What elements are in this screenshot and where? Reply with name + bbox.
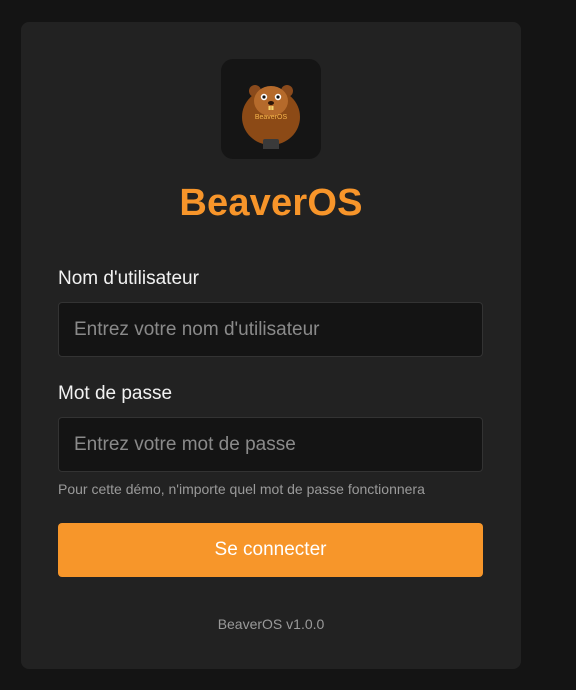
beaver-icon: BeaverOS [242,85,300,149]
app-logo: BeaverOS [221,59,321,159]
logo-text: BeaverOS [255,114,288,121]
login-button[interactable]: Se connecter [58,523,483,577]
username-label: Nom d'utilisateur [58,268,199,289]
password-input[interactable] [58,417,483,472]
version-text: BeaverOS v1.0.0 [217,616,325,632]
username-input[interactable] [58,302,483,357]
password-hint: Pour cette démo, n'importe quel mot de p… [58,481,425,497]
app-title: BeaverOS [179,182,363,224]
login-card: BeaverOS BeaverOS Nom d'utilisateur Mot … [21,22,521,669]
password-label: Mot de passe [58,383,173,404]
